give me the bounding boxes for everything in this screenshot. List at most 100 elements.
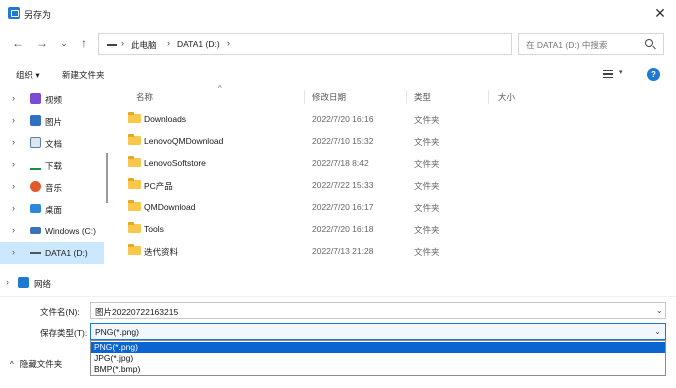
recent-locations-button[interactable]: ⌄	[56, 35, 72, 51]
download-arrow-icon	[30, 159, 41, 170]
sidebar-item-label: DATA1 (D:)	[45, 248, 88, 258]
filename-field[interactable]: 图片20220722163215	[90, 302, 666, 319]
sidebar-item-label: 桌面	[45, 205, 63, 215]
file-list: 名称 ^ 修改日期 类型 大小 Downloads 2022/7/20 16:1…	[110, 84, 676, 294]
expand-chevron-icon[interactable]: ›	[12, 137, 15, 147]
file-type: 文件夹	[414, 137, 440, 147]
help-icon[interactable]: ?	[647, 68, 660, 81]
sidebar-item-music[interactable]: › 音乐	[0, 176, 104, 198]
file-name: 迭代资料	[144, 247, 179, 257]
search-icon[interactable]	[645, 39, 653, 47]
file-name: QMDownload	[144, 202, 196, 212]
window-title: 另存为	[24, 10, 52, 20]
column-header-size[interactable]: 大小	[498, 91, 515, 103]
file-row[interactable]: LenovoQMDownload 2022/7/10 15:32 文件夹	[110, 130, 676, 152]
sidebar-item-label: 文档	[45, 139, 63, 149]
file-row[interactable]: 迭代资料 2022/7/13 21:28 文件夹	[110, 240, 676, 262]
sidebar-item-desktop[interactable]: › 桌面	[0, 198, 104, 220]
breadcrumb-separator[interactable]: ›	[227, 38, 230, 48]
file-date: 2022/7/20 16:16	[312, 114, 374, 124]
sidebar-item-pictures[interactable]: › 图片	[0, 110, 104, 132]
sidebar-item-downloads[interactable]: › 下载	[0, 154, 104, 176]
filetype-option-jpg[interactable]: JPG(*.jpg)	[91, 353, 665, 364]
view-options-icon[interactable]	[603, 70, 613, 78]
sidebar-item-windows-c[interactable]: › Windows (C:)	[0, 220, 104, 242]
close-button[interactable]: ✕	[650, 4, 670, 22]
folder-icon	[128, 112, 141, 123]
windows-drive-icon	[30, 227, 41, 234]
up-button[interactable]: ↑	[76, 35, 92, 51]
filetype-label: 保存类型(T):	[40, 328, 88, 338]
file-row[interactable]: LenovoSoftstore 2022/7/18 8:42 文件夹	[110, 152, 676, 174]
app-icon	[8, 7, 20, 19]
column-divider[interactable]	[488, 90, 489, 104]
file-name: LenovoQMDownload	[144, 136, 224, 146]
sidebar-item-documents[interactable]: › 文档	[0, 132, 104, 154]
expand-chevron-icon[interactable]: ›	[6, 277, 9, 287]
save-form: 文件名(N): 图片20220722163215 ⌄ 保存类型(T): PNG(…	[0, 296, 676, 388]
sidebar-item-label: 音乐	[45, 183, 63, 193]
title-bar: 另存为 ✕	[0, 0, 676, 28]
sidebar-scrollbar[interactable]	[106, 153, 108, 203]
folder-icon	[128, 178, 141, 189]
column-divider[interactable]	[304, 90, 305, 104]
expand-chevron-icon[interactable]: ›	[12, 225, 15, 235]
file-name: PC产品	[144, 181, 173, 191]
file-row[interactable]: QMDownload 2022/7/20 16:17 文件夹	[110, 196, 676, 218]
folder-icon	[128, 156, 141, 167]
drive-icon	[30, 252, 41, 254]
back-button[interactable]: ←	[10, 35, 26, 51]
breadcrumb-separator: ›	[121, 38, 124, 48]
pictures-icon	[30, 115, 41, 126]
hide-folders-button[interactable]: ^ 隐藏文件夹	[10, 358, 62, 370]
expand-chevron-icon[interactable]: ›	[12, 203, 15, 213]
folder-icon	[128, 134, 141, 145]
column-header-type[interactable]: 类型	[414, 91, 431, 103]
documents-icon	[30, 137, 41, 148]
file-row[interactable]: Tools 2022/7/20 16:18 文件夹	[110, 218, 676, 240]
breadcrumb-this-pc[interactable]: 此电脑	[131, 39, 157, 51]
expand-chevron-icon[interactable]: ›	[12, 247, 15, 257]
filetype-dropdown-list: PNG(*.png) JPG(*.jpg) BMP(*.bmp)	[90, 340, 666, 376]
sidebar-item-network[interactable]: › 网络	[0, 272, 98, 294]
file-type: 文件夹	[414, 115, 440, 125]
hide-folders-label: 隐藏文件夹	[19, 359, 63, 369]
file-date: 2022/7/10 15:32	[312, 136, 374, 146]
file-row[interactable]: PC产品 2022/7/22 15:33 文件夹	[110, 174, 676, 196]
column-header-name[interactable]: 名称	[136, 91, 153, 103]
view-options-caret-icon[interactable]: ▾	[619, 68, 623, 76]
breadcrumb-separator[interactable]: ›	[167, 38, 170, 48]
file-row[interactable]: Downloads 2022/7/20 16:16 文件夹	[110, 108, 676, 130]
file-date: 2022/7/20 16:18	[312, 224, 374, 234]
sidebar-item-data1-d[interactable]: › DATA1 (D:)	[0, 242, 104, 264]
folder-icon	[128, 200, 141, 211]
column-divider[interactable]	[406, 90, 407, 104]
breadcrumb-data1[interactable]: DATA1 (D:)	[177, 39, 220, 49]
organize-button[interactable]: 组织 ▾	[16, 69, 40, 81]
folder-icon	[128, 244, 141, 255]
expand-chevron-icon[interactable]: ›	[12, 159, 15, 169]
expand-chevron-icon[interactable]: ›	[12, 181, 15, 191]
sidebar-item-label: 下载	[45, 161, 63, 171]
filetype-option-bmp[interactable]: BMP(*.bmp)	[91, 364, 665, 375]
search-input[interactable]: 在 DATA1 (D:) 中搜索	[526, 39, 607, 51]
chevron-down-icon[interactable]: ⌄	[654, 327, 661, 336]
search-box[interactable]: 在 DATA1 (D:) 中搜索	[518, 33, 664, 55]
filename-label: 文件名(N):	[40, 307, 80, 317]
new-folder-button[interactable]: 新建文件夹	[62, 69, 105, 81]
sidebar-item-label: 视频	[45, 95, 63, 105]
forward-button[interactable]: →	[34, 35, 50, 51]
address-bar[interactable]: › 此电脑 › DATA1 (D:) › ⌄ ↻	[98, 33, 598, 55]
column-header-date[interactable]: 修改日期	[312, 91, 346, 103]
music-icon	[30, 181, 41, 192]
expand-chevron-icon[interactable]: ›	[12, 93, 15, 103]
filename-history-chevron-icon[interactable]: ⌄	[656, 306, 663, 315]
file-type: 文件夹	[414, 247, 440, 257]
expand-chevron-icon[interactable]: ›	[12, 115, 15, 125]
sidebar-item-videos[interactable]: › 视频	[0, 88, 104, 110]
filetype-option-png[interactable]: PNG(*.png)	[91, 342, 665, 353]
file-date: 2022/7/13 21:28	[312, 246, 374, 256]
sidebar-item-label: 网络	[34, 279, 52, 289]
filetype-select[interactable]: PNG(*.png) ⌄	[90, 323, 666, 340]
network-icon	[18, 277, 29, 288]
